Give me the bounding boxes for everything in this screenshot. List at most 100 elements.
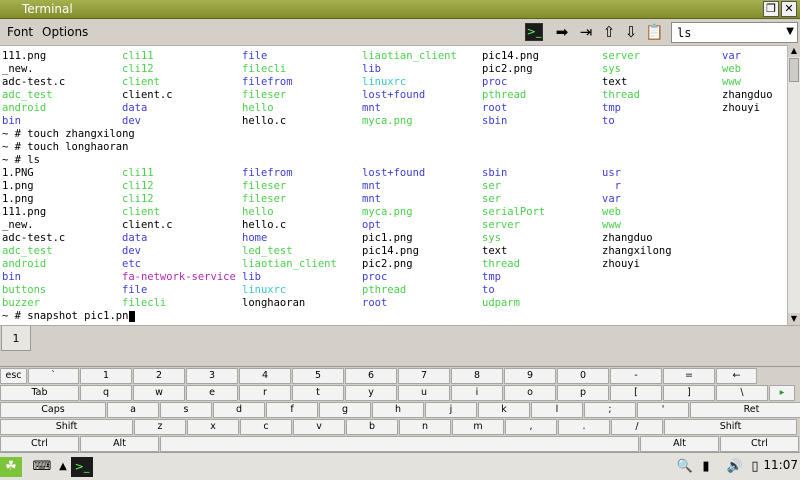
key-j[interactable]: j — [425, 402, 477, 418]
key-t[interactable]: t — [292, 385, 344, 401]
key-w[interactable]: w — [133, 385, 185, 401]
arrow-right-bar-icon[interactable]: ⇥ — [577, 23, 595, 41]
arrow-up-icon[interactable]: ⇧ — [600, 23, 618, 41]
key-d[interactable]: d — [213, 402, 265, 418]
key-symbol-11[interactable]: ' — [637, 402, 689, 418]
restore-icon[interactable]: ❐ — [763, 1, 779, 17]
arrow-up-icon[interactable]: ▲ — [58, 457, 68, 477]
keyboard-row: Tab q w e r t y u i o p[] \ ▸ — [0, 385, 800, 402]
close-icon[interactable]: ✕ — [781, 1, 797, 17]
keyboard-row: Caps a s d f g h j k l; ' Ret — [0, 402, 800, 419]
terminal-output[interactable]: 111.png cli11 file liaotian_client pic14.png… — [0, 45, 787, 325]
key-8[interactable]: 8 — [451, 368, 503, 384]
key-7[interactable]: 7 — [398, 368, 450, 384]
key-symbol-13[interactable]: \ — [716, 385, 768, 401]
chevron-down-icon[interactable]: ▼ — [786, 26, 794, 37]
key-q[interactable]: q — [80, 385, 132, 401]
terminal-icon[interactable]: >_ — [71, 457, 93, 477]
key-symbol-13[interactable]: = — [663, 368, 715, 384]
menu-options[interactable]: Options — [42, 25, 88, 39]
app-menu-icon[interactable]: ☘ — [0, 457, 22, 477]
command-combobox[interactable]: ls ▼ — [671, 22, 798, 43]
key-s[interactable]: s — [160, 402, 212, 418]
terminal-entry: var — [722, 50, 741, 62]
key-b[interactable]: b — [346, 419, 398, 435]
terminal-entry: pic2.png — [362, 258, 413, 270]
key-1[interactable]: 1 — [80, 368, 132, 384]
key-ret[interactable]: Ret — [690, 402, 800, 418]
key-n[interactable]: n — [399, 419, 451, 435]
key-alt[interactable]: Alt — [640, 436, 719, 452]
key-c[interactable]: c — [240, 419, 292, 435]
key-x[interactable]: x — [187, 419, 239, 435]
key-caps[interactable]: Caps — [0, 402, 106, 418]
key-4[interactable]: 4 — [239, 368, 291, 384]
arrow-right-icon[interactable]: ➡ — [553, 23, 571, 41]
terminal-icon[interactable]: >_ — [525, 23, 543, 41]
scroll-down-icon[interactable]: ▼ — [788, 313, 800, 325]
menu-font[interactable]: Font — [7, 25, 33, 39]
key-6[interactable]: 6 — [345, 368, 397, 384]
volume-icon[interactable]: 🔊 — [723, 457, 747, 477]
key-symbol-14[interactable]: ▸ — [769, 385, 795, 401]
power-icon: ▯ — [751, 459, 759, 474]
scroll-up-icon[interactable]: ▲ — [788, 45, 800, 57]
key-h[interactable]: h — [372, 402, 424, 418]
key-r[interactable]: r — [239, 385, 291, 401]
key-m[interactable]: m — [452, 419, 504, 435]
key-symbol-12[interactable]: - — [610, 368, 662, 384]
search-icon[interactable]: 🔍 — [675, 457, 695, 477]
terminal-entry: tmp — [602, 102, 621, 114]
key-symbol-8[interactable]: , — [505, 419, 557, 435]
key-esc[interactable]: esc — [0, 368, 27, 384]
terminal-entry: bin — [2, 115, 21, 127]
arrow-down-icon[interactable]: ⇩ — [622, 23, 640, 41]
terminal-entry: buzzer — [2, 297, 40, 309]
key-symbol-10[interactable]: ; — [584, 402, 636, 418]
terminal-entry: hello.c — [242, 115, 287, 127]
key-tab[interactable]: Tab — [0, 385, 79, 401]
key-5[interactable]: 5 — [292, 368, 344, 384]
key-k[interactable]: k — [478, 402, 530, 418]
command-input[interactable]: ls — [677, 26, 691, 40]
key-ctrl[interactable]: Ctrl — [0, 436, 79, 452]
terminal-entry: fileser — [242, 193, 287, 205]
vertical-scrollbar[interactable]: ▲ ▼ — [787, 45, 800, 325]
key-space[interactable] — [160, 436, 639, 452]
clipboard-icon[interactable]: 📋 — [645, 23, 664, 41]
scroll-thumb[interactable] — [789, 58, 799, 82]
key-y[interactable]: y — [345, 385, 397, 401]
keyboard-row: esc ` 1 2 3 4 5 6 7 8 9 0- = ← — [0, 368, 800, 385]
terminal-entry: text — [602, 76, 628, 88]
key-symbol-1[interactable]: ` — [28, 368, 79, 384]
key-u[interactable]: u — [398, 385, 450, 401]
key-shift[interactable]: Shift — [0, 419, 133, 435]
key-symbol-12[interactable]: ] — [663, 385, 715, 401]
key-o[interactable]: o — [504, 385, 556, 401]
key-2[interactable]: 2 — [133, 368, 185, 384]
key-z[interactable]: z — [134, 419, 186, 435]
keyboard-icon[interactable]: ⌨ — [28, 457, 56, 477]
key-g[interactable]: g — [319, 402, 371, 418]
key-symbol-14[interactable]: ← — [716, 368, 757, 384]
key-i[interactable]: i — [451, 385, 503, 401]
key-9[interactable]: 9 — [504, 368, 556, 384]
key-v[interactable]: v — [293, 419, 345, 435]
terminal-entry: linuxrc — [362, 76, 407, 88]
key-0[interactable]: 0 — [557, 368, 609, 384]
key-l[interactable]: l — [531, 402, 583, 418]
key-symbol-10[interactable]: / — [611, 419, 663, 435]
key-alt[interactable]: Alt — [80, 436, 159, 452]
terminal-entry: pic14.png — [482, 50, 539, 62]
key-shift[interactable]: Shift — [664, 419, 797, 435]
key-ctrl[interactable]: Ctrl — [720, 436, 799, 452]
key-a[interactable]: a — [107, 402, 159, 418]
key-e[interactable]: e — [186, 385, 238, 401]
key-3[interactable]: 3 — [186, 368, 238, 384]
key-symbol-11[interactable]: [ — [610, 385, 662, 401]
key-p[interactable]: p — [557, 385, 609, 401]
tab-1[interactable]: 1 — [1, 326, 31, 351]
key-symbol-9[interactable]: . — [558, 419, 610, 435]
key-f[interactable]: f — [266, 402, 318, 418]
terminal-entry: linuxrc — [242, 284, 287, 296]
